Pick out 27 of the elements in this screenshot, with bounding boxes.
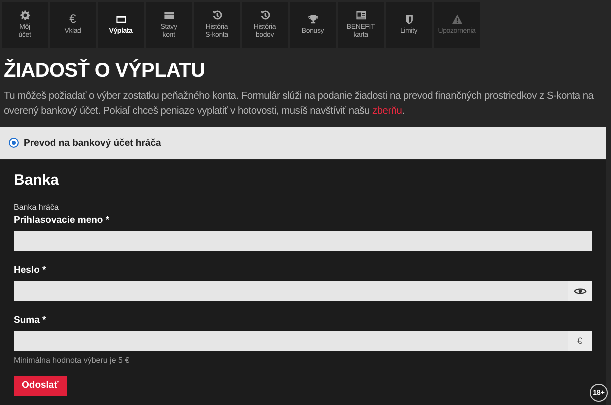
- eye-icon: [574, 286, 586, 296]
- subheading: Banka hráča: [14, 203, 60, 212]
- submit-button[interactable]: Odoslať: [14, 376, 67, 396]
- input-field[interactable]: [14, 231, 592, 251]
- field-hint: Minimálna hodnota výberu je 5 €: [14, 356, 131, 365]
- card-icon: [116, 14, 126, 25]
- radio-button[interactable]: [9, 138, 19, 148]
- shield-icon: [404, 14, 414, 25]
- radio-label[interactable]: Prevod na bankový účet hráča: [24, 138, 162, 148]
- history-icon: [260, 10, 270, 21]
- euro-icon: €: [70, 14, 76, 25]
- field-label: Prihlasovacie meno *: [14, 215, 111, 226]
- field-label: Heslo *: [14, 265, 48, 276]
- intro-paragraph: Tu môžeš požiadať o výber zostatku peňažného konta. Formulár slúži na podanie žiadosti na prevod finančných prostriedkov z S-konta na overený bankový účet. Pokiaľ chceš peniaze vyplatiť v hotovosti, musíš navštíviť našu zberňu.: [4, 90, 595, 119]
- section-heading: Banka: [14, 172, 60, 189]
- warning-icon: [452, 14, 462, 25]
- password-field[interactable]: [14, 281, 568, 301]
- trophy-icon: [308, 14, 318, 25]
- amount-field[interactable]: [14, 331, 568, 351]
- settings-icon: [20, 10, 30, 21]
- id-card-icon: [356, 10, 366, 21]
- show-password-button[interactable]: [568, 281, 592, 301]
- field-label: Suma *: [14, 315, 48, 326]
- currency-suffix: €: [568, 331, 592, 351]
- page-title: ŽIADOSŤ O VÝPLATU: [4, 60, 206, 83]
- history-icon: [212, 10, 222, 21]
- card-icon: [164, 10, 174, 21]
